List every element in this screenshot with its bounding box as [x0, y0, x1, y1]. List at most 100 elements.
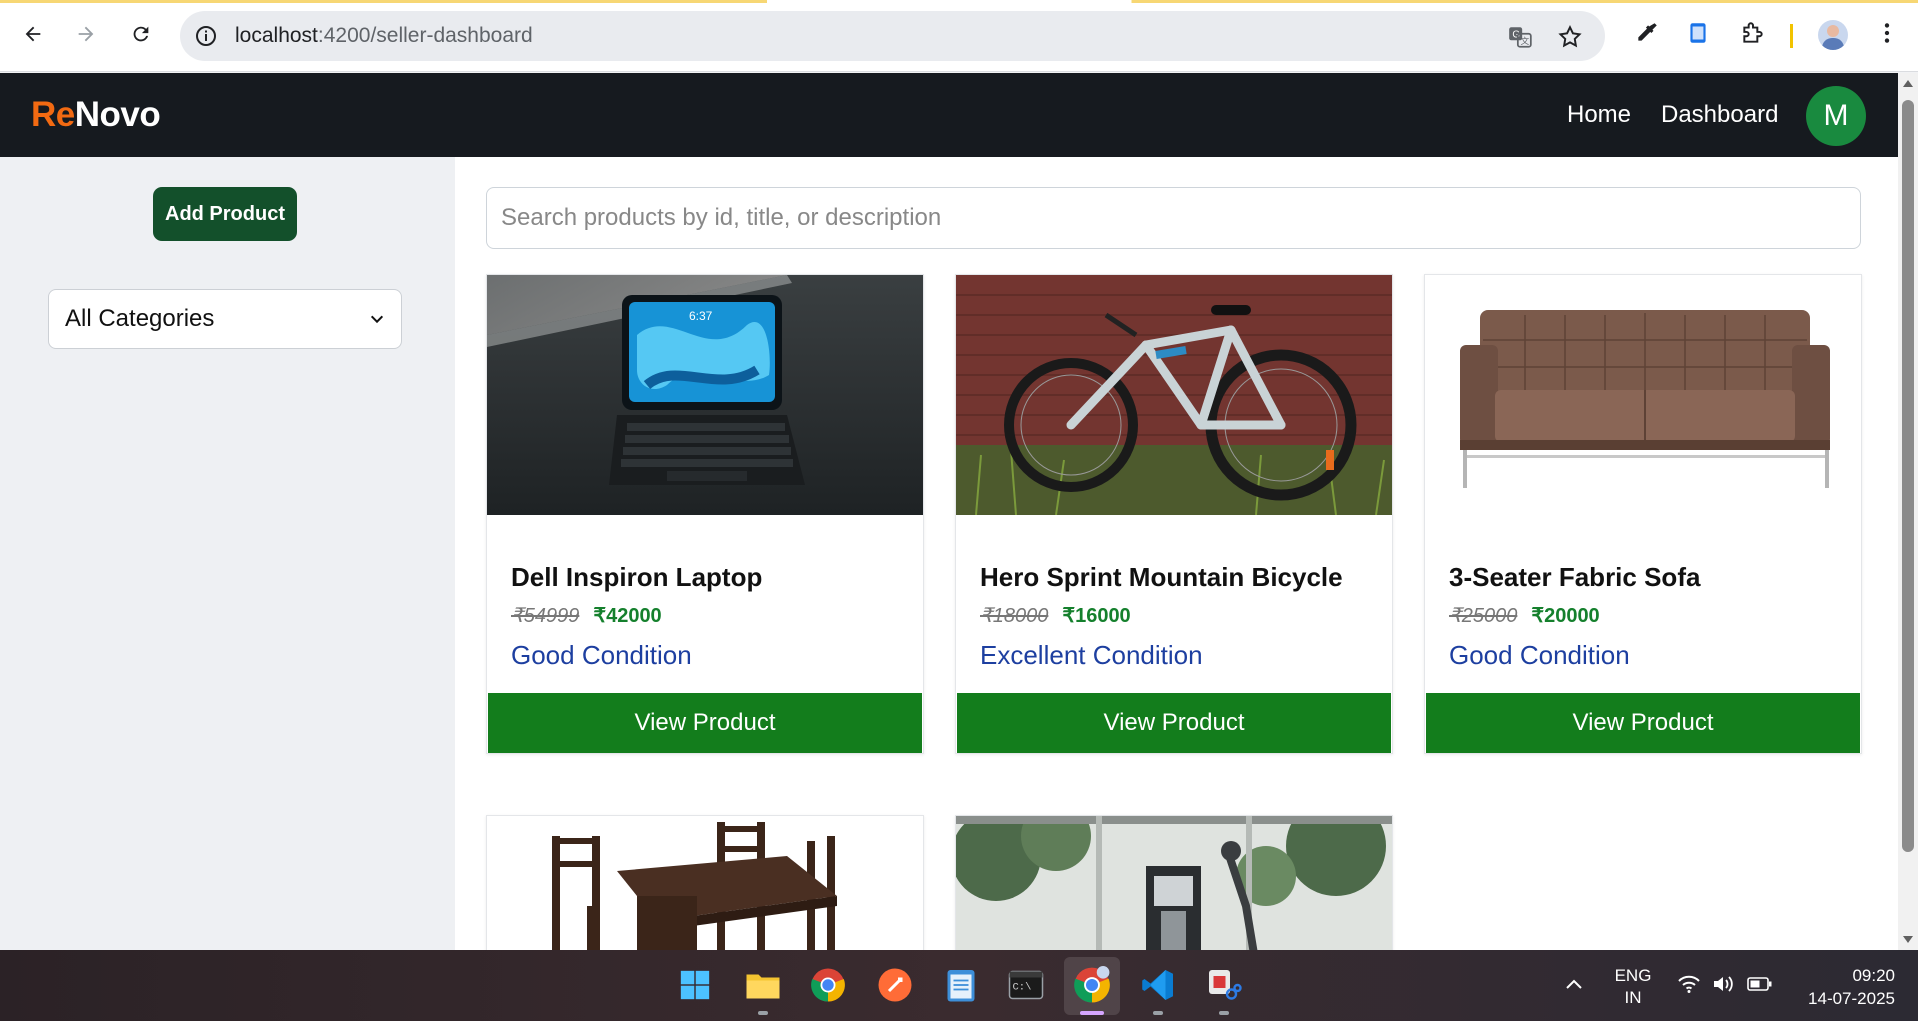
- reload-icon: [133, 26, 149, 42]
- clock-time: 09:20: [1852, 966, 1895, 985]
- url-host: localhost: [235, 24, 318, 47]
- user-avatar[interactable]: M: [1806, 86, 1866, 146]
- sale-price: ₹42000: [593, 605, 662, 627]
- laptop-photo: 6:37: [487, 275, 923, 515]
- sidebar: Add Product All Categories: [0, 157, 455, 950]
- terminal-icon: C:\: [1008, 970, 1044, 1000]
- svg-text:文: 文: [1521, 35, 1530, 46]
- search-input[interactable]: Search products by id, title, or descrip…: [486, 187, 1861, 249]
- reload-button[interactable]: [125, 18, 157, 50]
- product-card: 6:37 Dell Inspiron Laptop ₹54999 ₹42000 G…: [486, 274, 924, 754]
- running-indicator: [758, 1011, 768, 1015]
- taskbar-file-explorer[interactable]: [741, 963, 785, 1015]
- translate-icon[interactable]: G文: [1507, 24, 1533, 50]
- browser-toolbar: localhost:4200/seller-dashboard G文: [0, 0, 1918, 72]
- product-condition: Good Condition: [511, 640, 692, 670]
- logo-part-novo: Novo: [74, 95, 161, 134]
- product-condition: Excellent Condition: [980, 640, 1203, 670]
- category-select[interactable]: All Categories: [48, 289, 402, 349]
- loading-indicator: [0, 0, 1918, 3]
- postman-icon: [878, 968, 912, 1002]
- extension-tab-icon[interactable]: [1685, 20, 1711, 46]
- battery-icon[interactable]: [1747, 976, 1773, 992]
- profile-avatar[interactable]: [1818, 20, 1848, 50]
- chrome-icon: [811, 968, 845, 1002]
- app-navbar: ReNovo Home Dashboard M: [0, 73, 1898, 157]
- nav-dashboard-link[interactable]: Dashboard: [1661, 101, 1778, 129]
- taskbar-postman[interactable]: [873, 963, 917, 1007]
- logo-part-re: Re: [31, 95, 75, 134]
- product-title[interactable]: Hero Sprint Mountain Bicycle: [980, 562, 1368, 593]
- scroll-down-icon[interactable]: [1902, 935, 1914, 945]
- windows-start-icon: [680, 970, 710, 1000]
- language-indicator[interactable]: ENG IN: [1610, 965, 1656, 1009]
- product-card: 3-Seater Fabric Sofa ₹25000 ₹20000 Good C…: [1424, 274, 1862, 754]
- windows-taskbar: C:\ ENG IN 09:20 14-07-2025: [0, 950, 1918, 1021]
- active-indicator: [1080, 1011, 1104, 1015]
- forward-button[interactable]: [70, 18, 102, 50]
- original-price: ₹54999: [511, 605, 580, 627]
- original-price: ₹18000: [980, 605, 1049, 627]
- product-card: [955, 815, 1393, 950]
- url-path: :4200/seller-dashboard: [317, 24, 533, 47]
- taskbar-terminal[interactable]: C:\: [1004, 963, 1048, 1007]
- view-product-button[interactable]: View Product: [957, 693, 1391, 753]
- taskbar-snipping-tool[interactable]: [1202, 963, 1246, 1015]
- folder-icon: [746, 974, 780, 999]
- bicycle-photo: [956, 275, 1392, 515]
- back-button[interactable]: [17, 18, 49, 50]
- clock[interactable]: 09:20 14-07-2025: [1795, 964, 1895, 1010]
- original-price: ₹25000: [1449, 605, 1518, 627]
- chevron-down-icon: [370, 315, 384, 324]
- taskbar-notepad[interactable]: [939, 963, 983, 1007]
- back-arrow-icon: [25, 26, 41, 42]
- svg-text:6:37: 6:37: [689, 309, 713, 323]
- renovo-logo[interactable]: ReNovo: [31, 95, 161, 135]
- scroll-up-icon[interactable]: [1902, 78, 1914, 88]
- add-product-button[interactable]: Add Product: [153, 187, 297, 241]
- chrome-profile-icon: [1074, 966, 1110, 1003]
- treadmill-photo: [956, 816, 1392, 950]
- nav-home-link[interactable]: Home: [1567, 101, 1631, 129]
- product-image-bicycle[interactable]: [956, 275, 1392, 515]
- running-indicator: [1219, 1011, 1229, 1015]
- svg-text:C:\: C:\: [1013, 982, 1032, 994]
- view-product-button[interactable]: View Product: [1426, 693, 1860, 753]
- site-info-icon[interactable]: [194, 24, 218, 48]
- wifi-icon[interactable]: [1677, 974, 1701, 994]
- product-title[interactable]: Dell Inspiron Laptop: [511, 562, 899, 593]
- product-card: Hero Sprint Mountain Bicycle ₹18000 ₹1600…: [955, 274, 1393, 754]
- vscode-icon: [1142, 970, 1173, 1000]
- menu-kebab-icon[interactable]: [1874, 20, 1900, 46]
- clock-date: 14-07-2025: [1808, 989, 1895, 1008]
- product-image-sofa[interactable]: [1425, 275, 1861, 515]
- product-card: [486, 815, 924, 950]
- bookmark-star-icon[interactable]: [1557, 24, 1583, 50]
- taskbar-chrome-active[interactable]: [1070, 963, 1114, 1015]
- snipping-tool-icon: [1209, 970, 1242, 1000]
- product-image-laptop[interactable]: 6:37: [487, 275, 923, 515]
- product-condition: Good Condition: [1449, 640, 1630, 670]
- notepad-icon: [947, 970, 975, 1002]
- taskbar-vscode[interactable]: [1136, 963, 1180, 1015]
- product-title[interactable]: 3-Seater Fabric Sofa: [1449, 562, 1837, 593]
- extensions-puzzle-icon[interactable]: [1740, 20, 1766, 46]
- scrollbar-thumb[interactable]: [1902, 100, 1914, 852]
- start-button[interactable]: [673, 963, 717, 1007]
- product-image-dining-table[interactable]: [487, 816, 923, 950]
- forward-arrow-icon: [78, 26, 94, 42]
- toolbar-divider: [1790, 24, 1793, 48]
- dining-table-photo: [487, 816, 923, 950]
- eyedropper-icon[interactable]: [1634, 20, 1660, 46]
- url-text[interactable]: localhost:4200/seller-dashboard: [235, 24, 533, 48]
- sofa-photo: [1425, 275, 1861, 515]
- view-product-button[interactable]: View Product: [488, 693, 922, 753]
- product-image-treadmill[interactable]: [956, 816, 1392, 950]
- address-bar[interactable]: localhost:4200/seller-dashboard G文: [180, 11, 1605, 61]
- category-selected-value: All Categories: [65, 305, 215, 332]
- sale-price: ₹16000: [1062, 605, 1131, 627]
- taskbar-chrome[interactable]: [806, 963, 850, 1007]
- volume-icon[interactable]: [1711, 974, 1735, 994]
- language-region: IN: [1624, 988, 1642, 1007]
- chevron-up-icon[interactable]: [1565, 977, 1583, 991]
